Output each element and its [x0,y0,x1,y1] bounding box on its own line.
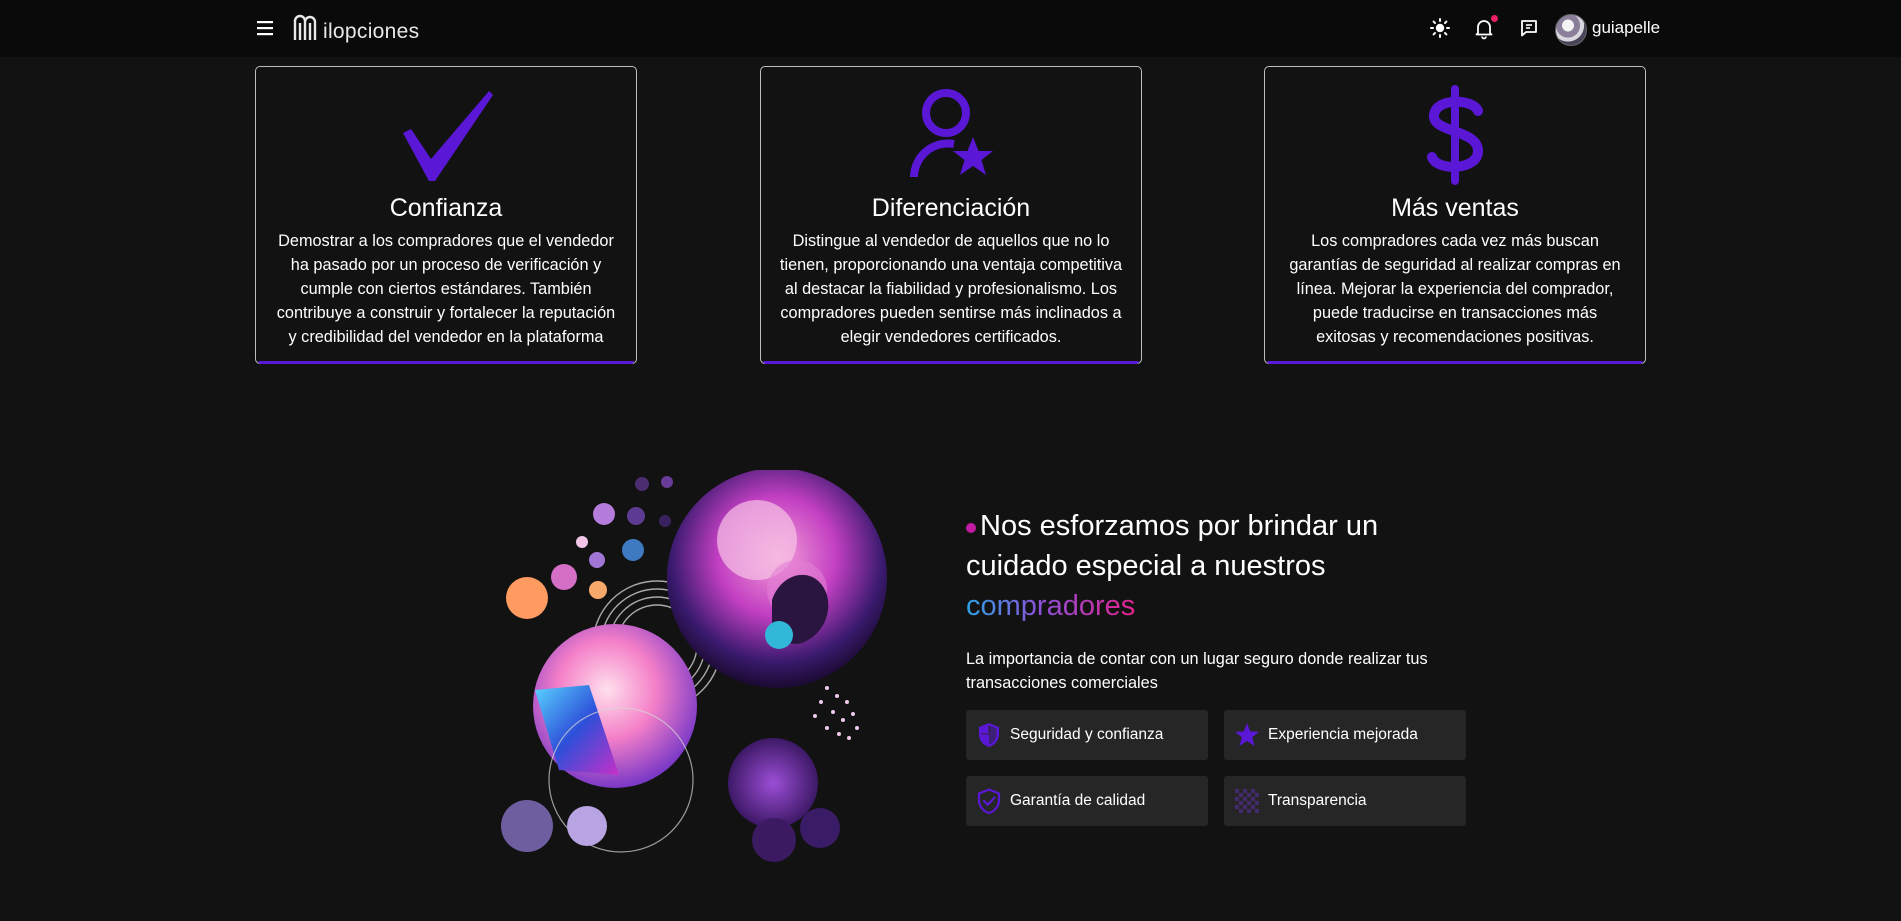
headline-text: Nos esforzamos por brindar un cuidado es… [966,510,1379,582]
feature-experiencia[interactable]: Experiencia mejorada [1224,710,1466,760]
feature-seguridad[interactable]: Seguridad y confianza [966,710,1208,760]
checkmark-icon [403,91,493,181]
dollar-icon [1427,85,1484,185]
menu-icon[interactable] [255,19,275,37]
top-navigation-bar: ilopciones guiapelle [0,0,1901,57]
headline-dot [966,523,976,533]
checker-pattern-icon [1235,789,1259,813]
shield-check-icon [977,788,1001,815]
promo-subtitle: La importancia de contar con un lugar se… [966,650,1428,692]
feature-transparencia[interactable]: Transparencia [1224,776,1466,826]
promo-headline: Nos esforzamos por brindar un cuidado es… [966,506,1446,586]
feature-label: Seguridad y confianza [1010,726,1164,743]
sun-icon[interactable] [1428,16,1452,40]
card-confianza: Confianza Demostrar a los compradores qu… [255,66,637,364]
card-diferenciacion: Diferenciación Distingue al vendedor de … [760,66,1142,364]
notification-dot [1491,15,1498,22]
card-text: Los compradores cada vez más buscan gara… [1289,232,1621,346]
chat-icon[interactable] [1517,16,1541,40]
card-text: Distingue al vendedor de aquellos que no… [779,232,1123,346]
card-title: Confianza [389,194,503,222]
feature-label: Experiencia mejorada [1268,726,1418,743]
star-icon [1235,723,1259,746]
logo-mark-icon [293,14,317,40]
user-star-icon [910,89,993,178]
card-mas-ventas: Más ventas Los compradores cada vez más … [1264,66,1646,364]
promo-highlight: compradores [966,590,1136,622]
card-text: Demostrar a los compradores que el vende… [276,232,616,346]
card-title: Diferenciación [871,194,1031,222]
site-logo[interactable]: ilopciones [292,10,419,46]
logo-text: ilopciones [323,19,420,43]
avatar[interactable] [1555,14,1587,46]
card-title: Más ventas [1391,194,1519,222]
shield-half-icon [979,723,999,747]
username[interactable]: guiapelle [1592,18,1660,38]
feature-garantia[interactable]: Garantía de calidad [966,776,1208,826]
feature-label: Garantía de calidad [1010,792,1146,809]
feature-label: Transparencia [1268,792,1367,809]
decorative-illustration [501,470,887,862]
